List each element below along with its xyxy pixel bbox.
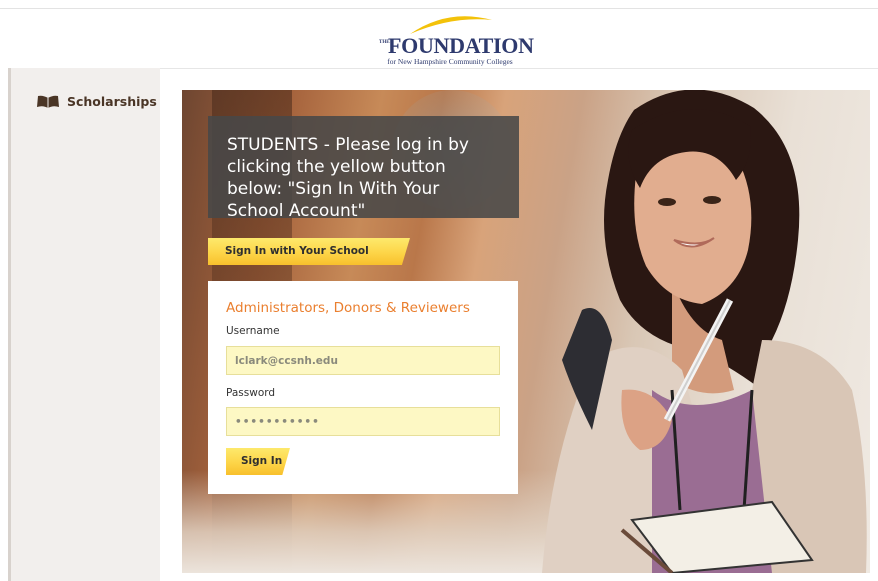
student-photo (542, 90, 867, 573)
sidebar-item-label: Scholarships (67, 94, 157, 109)
sign-in-button[interactable]: Sign In (226, 448, 290, 475)
username-label: Username (226, 325, 280, 337)
logo-wordmark: FOUNDATION (388, 33, 534, 58)
login-form: Administrators, Donors & Reviewers Usern… (208, 281, 518, 494)
top-divider (0, 8, 878, 9)
foundation-logo[interactable]: THE FOUNDATION for New Hampshire Communi… (370, 10, 534, 66)
sidebar: Scholarships (8, 68, 160, 581)
student-message: STUDENTS - Please log in by clicking the… (227, 135, 469, 221)
login-title: Administrators, Donors & Reviewers (226, 300, 470, 316)
sidebar-item-scholarships[interactable]: Scholarships (37, 94, 157, 109)
password-input[interactable] (226, 407, 500, 436)
open-book-icon (37, 95, 59, 108)
password-label: Password (226, 387, 276, 399)
header-divider (160, 68, 878, 69)
username-input[interactable] (226, 346, 500, 375)
school-account-signin-button[interactable]: Sign In with Your School Account (208, 238, 410, 265)
hero-banner: STUDENTS - Please log in by clicking the… (182, 90, 870, 573)
logo-tagline: for New Hampshire Community Colleges (387, 57, 513, 66)
student-instructions: STUDENTS - Please log in by clicking the… (208, 116, 519, 221)
